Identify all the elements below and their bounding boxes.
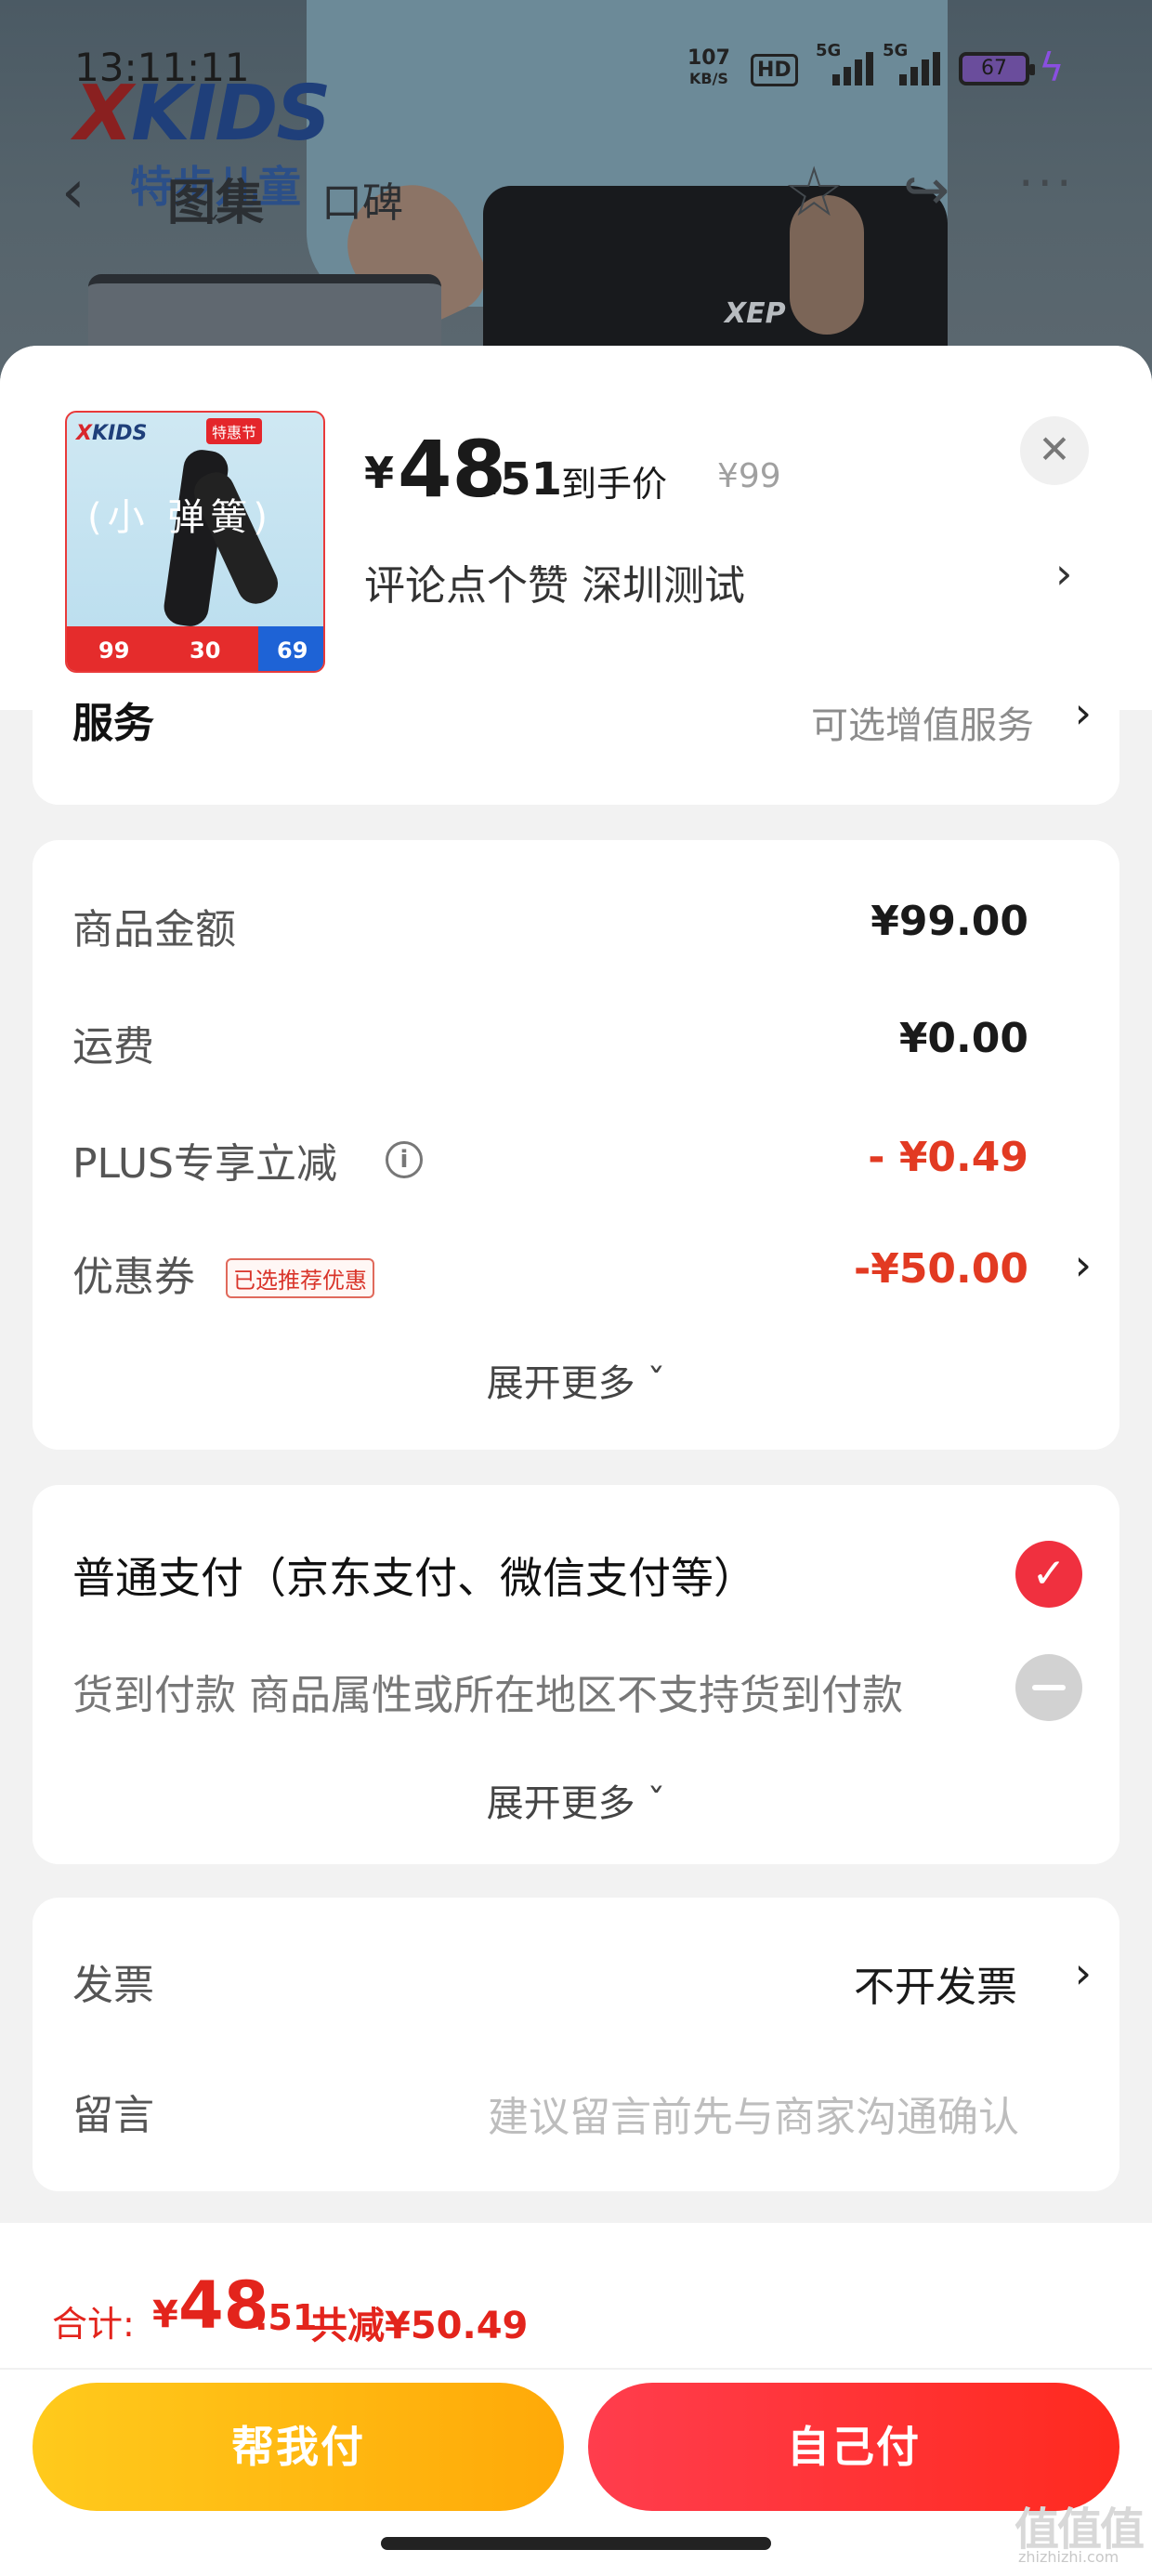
status-bar: 13:11:11 107 KB/S HD 5G 5G 67 ϟ [0, 0, 1152, 139]
close-icon[interactable]: ✕ [1020, 416, 1089, 485]
more-icon[interactable]: ··· [1018, 156, 1076, 212]
shipping-label: 运费 [72, 1023, 154, 1071]
expand-more-amount[interactable]: 展开更多 ˇ [33, 1353, 1119, 1407]
watermark-url: zhizhizhi.com [1018, 2548, 1119, 2566]
shipping-value: ¥0.00 [898, 1015, 1028, 1062]
thumb-text: (小 弹簧) [87, 496, 273, 539]
thumb-tag: 特惠节 [206, 418, 263, 444]
original-price: ¥99 [717, 457, 781, 495]
message-label: 留言 [72, 2092, 154, 2139]
plus-discount-value: - ¥0.49 [868, 1134, 1028, 1181]
plus-discount-label: PLUS专享立减 [72, 1140, 337, 1188]
total-discount: 共减¥50.49 [310, 2305, 529, 2347]
chevron-right-icon[interactable]: › [1075, 1240, 1092, 1290]
checkout-bottom-bar: 合计: ¥ 48 .51 共减¥50.49 帮我付 自己付 值值值 zhizhi… [0, 2223, 1152, 2576]
charging-icon: ϟ [1039, 45, 1065, 90]
help-pay-button[interactable]: 帮我付 [33, 2383, 564, 2511]
chevron-right-icon[interactable]: › [1075, 1948, 1092, 1998]
invoice-label: 发票 [72, 1962, 154, 2009]
hd-icon: HD [751, 54, 798, 86]
product-thumbnail[interactable]: XKIDS 特惠节 (小 弹簧) 99 30 69 [65, 411, 325, 673]
payment-card: 普通支付（京东支付、微信支付等） ✓ 货到付款 商品属性或所在地区不支持货到付款… [33, 1485, 1119, 1864]
back-icon[interactable]: ‹ [61, 158, 85, 227]
total-symbol: ¥ [152, 2293, 178, 2336]
total-decimal: .51 [255, 2297, 318, 2338]
share-icon[interactable]: ↪ [903, 158, 949, 223]
chevron-right-icon[interactable]: › [1055, 548, 1072, 598]
service-title: 服务 [72, 700, 154, 747]
info-icon[interactable]: i [386, 1141, 423, 1178]
goods-amount-value: ¥99.00 [871, 898, 1028, 945]
invoice-value[interactable]: 不开发票 [854, 1953, 1017, 2013]
selected-spec[interactable]: 评论点个赞 深圳测试 [364, 552, 745, 611]
chevron-right-icon[interactable]: › [1075, 688, 1092, 738]
coupon-value[interactable]: -¥50.00 [854, 1245, 1028, 1293]
service-value: 可选增值服务 [811, 704, 1034, 747]
tab-indicator: ˇ [206, 212, 220, 244]
price-label: 到手价 [561, 464, 668, 505]
service-card[interactable]: 服务 可选增值服务 › [33, 686, 1119, 805]
shorts-logo: XEP [725, 297, 786, 330]
total-label: 合计: [52, 2304, 135, 2345]
amount-card: 商品金额 ¥99.00 运费 ¥0.00 PLUS专享立减 i - ¥0.49 … [33, 840, 1119, 1450]
thumb-brand-logo: XKIDS [76, 422, 148, 445]
tab-reviews[interactable]: 口碑 [321, 169, 403, 229]
home-indicator[interactable] [381, 2537, 771, 2550]
star-icon[interactable]: ☆ [783, 152, 844, 232]
coupon-badge: 已选推荐优惠 [226, 1258, 374, 1298]
signal-icon-1: 5G [816, 41, 881, 85]
pay-option-normal[interactable]: 普通支付（京东支付、微信支付等） [72, 1544, 756, 1606]
price-decimal: .51 [483, 453, 563, 506]
expand-more-payment[interactable]: 展开更多 ˇ [33, 1773, 1119, 1827]
price-symbol: ¥ [364, 448, 395, 498]
goods-amount-label: 商品金额 [72, 906, 236, 953]
battery-icon: 67 [959, 52, 1035, 85]
invoice-card: 发票 不开发票 › 留言 建议留言前先与商家沟通确认 [33, 1898, 1119, 2191]
disabled-radio-icon [1015, 1654, 1082, 1721]
check-icon[interactable]: ✓ [1015, 1541, 1082, 1608]
message-input[interactable]: 建议留言前先与商家沟通确认 [488, 2083, 1019, 2143]
product-top-nav: ‹ 图集 ˇ 口碑 ☆ ↪ ··· [0, 139, 1152, 244]
network-speed: 107 KB/S [687, 46, 730, 88]
product-summary: XKIDS 特惠节 (小 弹簧) 99 30 69 ¥ 48 .51 到手价 ¥… [0, 346, 1152, 710]
pay-option-cod: 货到付款 商品属性或所在地区不支持货到付款 [72, 1672, 903, 1719]
divider [0, 2368, 1152, 2370]
status-time: 13:11:11 [74, 45, 250, 90]
coupon-label: 优惠券 [72, 1254, 195, 1301]
signal-icon-2: 5G [883, 41, 948, 85]
